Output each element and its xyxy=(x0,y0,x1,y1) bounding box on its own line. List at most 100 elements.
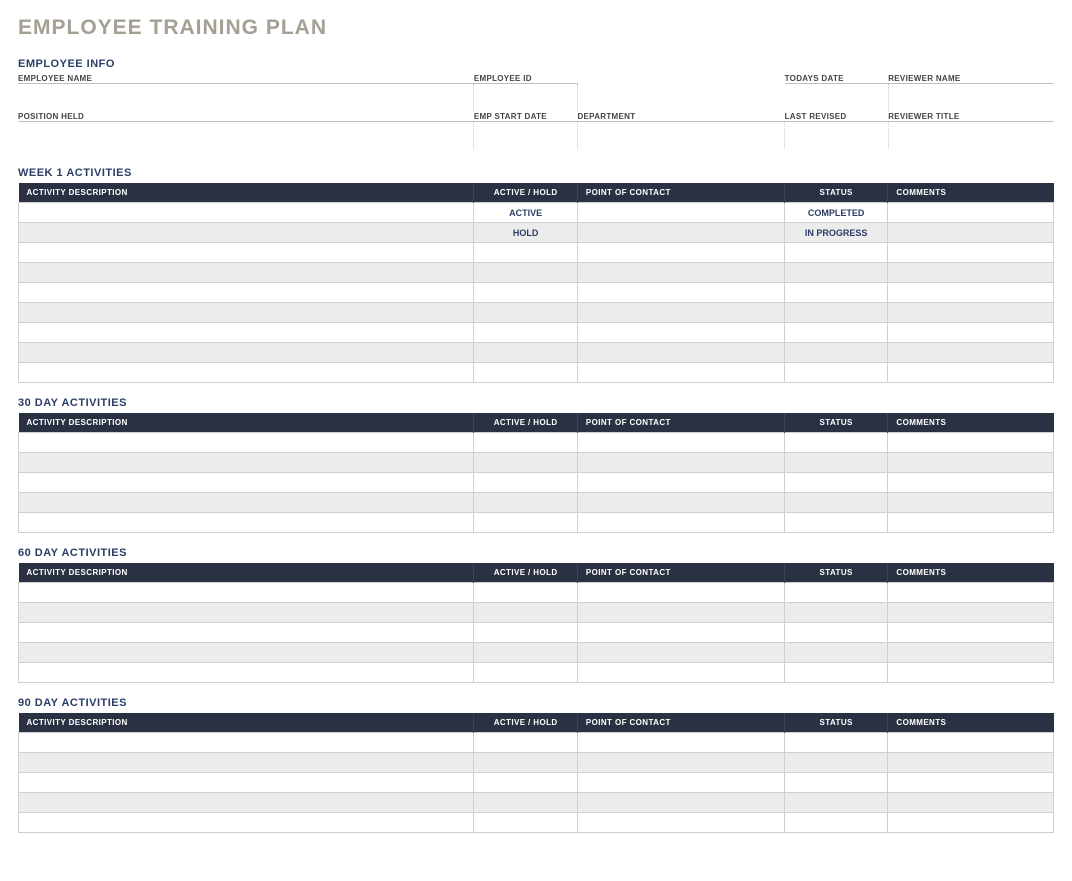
cell-active-hold[interactable]: HOLD xyxy=(474,223,578,243)
cell-comments[interactable] xyxy=(888,343,1054,363)
cell-status[interactable] xyxy=(784,733,888,753)
cell-comments[interactable] xyxy=(888,603,1054,623)
cell-status[interactable] xyxy=(784,663,888,683)
cell-active-hold[interactable] xyxy=(474,583,578,603)
cell-status[interactable] xyxy=(784,793,888,813)
cell-activity-description[interactable] xyxy=(19,793,474,813)
cell-point-of-contact[interactable] xyxy=(577,453,784,473)
cell-point-of-contact[interactable] xyxy=(577,733,784,753)
input-department[interactable] xyxy=(578,122,784,150)
cell-activity-description[interactable] xyxy=(19,643,474,663)
cell-active-hold[interactable]: ACTIVE xyxy=(474,203,578,223)
cell-comments[interactable] xyxy=(888,203,1054,223)
cell-comments[interactable] xyxy=(888,453,1054,473)
cell-active-hold[interactable] xyxy=(474,623,578,643)
cell-comments[interactable] xyxy=(888,623,1054,643)
cell-status[interactable] xyxy=(784,243,888,263)
cell-active-hold[interactable] xyxy=(474,473,578,493)
cell-comments[interactable] xyxy=(888,813,1054,833)
cell-status[interactable] xyxy=(784,363,888,383)
cell-point-of-contact[interactable] xyxy=(577,813,784,833)
cell-point-of-contact[interactable] xyxy=(577,603,784,623)
cell-active-hold[interactable] xyxy=(474,733,578,753)
cell-activity-description[interactable] xyxy=(19,813,474,833)
cell-active-hold[interactable] xyxy=(474,433,578,453)
cell-point-of-contact[interactable] xyxy=(577,433,784,453)
cell-point-of-contact[interactable] xyxy=(577,263,784,283)
cell-point-of-contact[interactable] xyxy=(577,323,784,343)
cell-comments[interactable] xyxy=(888,283,1054,303)
cell-active-hold[interactable] xyxy=(474,773,578,793)
cell-activity-description[interactable] xyxy=(19,513,474,533)
cell-activity-description[interactable] xyxy=(19,363,474,383)
cell-status[interactable] xyxy=(784,603,888,623)
input-reviewer-name[interactable] xyxy=(889,84,1054,112)
cell-status[interactable] xyxy=(784,493,888,513)
cell-active-hold[interactable] xyxy=(474,453,578,473)
cell-comments[interactable] xyxy=(888,513,1054,533)
cell-point-of-contact[interactable] xyxy=(577,223,784,243)
cell-status[interactable] xyxy=(784,283,888,303)
cell-status[interactable] xyxy=(784,643,888,663)
cell-comments[interactable] xyxy=(888,303,1054,323)
input-position-held[interactable] xyxy=(18,122,473,150)
cell-activity-description[interactable] xyxy=(19,323,474,343)
cell-active-hold[interactable] xyxy=(474,243,578,263)
cell-comments[interactable] xyxy=(888,473,1054,493)
cell-activity-description[interactable] xyxy=(19,583,474,603)
cell-status[interactable] xyxy=(784,773,888,793)
cell-point-of-contact[interactable] xyxy=(577,753,784,773)
cell-comments[interactable] xyxy=(888,773,1054,793)
cell-activity-description[interactable] xyxy=(19,623,474,643)
cell-comments[interactable] xyxy=(888,323,1054,343)
cell-activity-description[interactable] xyxy=(19,433,474,453)
cell-status[interactable] xyxy=(784,813,888,833)
cell-comments[interactable] xyxy=(888,733,1054,753)
cell-comments[interactable] xyxy=(888,263,1054,283)
cell-activity-description[interactable] xyxy=(19,283,474,303)
input-reviewer-title[interactable] xyxy=(889,122,1054,150)
cell-active-hold[interactable] xyxy=(474,643,578,663)
cell-status[interactable]: IN PROGRESS xyxy=(784,223,888,243)
cell-activity-description[interactable] xyxy=(19,733,474,753)
cell-comments[interactable] xyxy=(888,223,1054,243)
cell-status[interactable] xyxy=(784,303,888,323)
cell-comments[interactable] xyxy=(888,583,1054,603)
cell-active-hold[interactable] xyxy=(474,343,578,363)
cell-activity-description[interactable] xyxy=(19,663,474,683)
cell-status[interactable] xyxy=(784,343,888,363)
cell-activity-description[interactable] xyxy=(19,243,474,263)
cell-activity-description[interactable] xyxy=(19,303,474,323)
cell-activity-description[interactable] xyxy=(19,203,474,223)
cell-activity-description[interactable] xyxy=(19,473,474,493)
cell-activity-description[interactable] xyxy=(19,753,474,773)
input-employee-name[interactable] xyxy=(18,84,473,112)
cell-active-hold[interactable] xyxy=(474,793,578,813)
cell-point-of-contact[interactable] xyxy=(577,343,784,363)
cell-comments[interactable] xyxy=(888,793,1054,813)
cell-point-of-contact[interactable] xyxy=(577,203,784,223)
cell-point-of-contact[interactable] xyxy=(577,793,784,813)
cell-active-hold[interactable] xyxy=(474,323,578,343)
cell-activity-description[interactable] xyxy=(19,453,474,473)
cell-active-hold[interactable] xyxy=(474,283,578,303)
cell-active-hold[interactable] xyxy=(474,663,578,683)
cell-active-hold[interactable] xyxy=(474,513,578,533)
input-todays-date[interactable] xyxy=(785,84,888,112)
cell-status[interactable] xyxy=(784,753,888,773)
cell-point-of-contact[interactable] xyxy=(577,623,784,643)
cell-point-of-contact[interactable] xyxy=(577,473,784,493)
cell-active-hold[interactable] xyxy=(474,813,578,833)
cell-point-of-contact[interactable] xyxy=(577,663,784,683)
cell-activity-description[interactable] xyxy=(19,223,474,243)
cell-activity-description[interactable] xyxy=(19,343,474,363)
cell-status[interactable] xyxy=(784,473,888,493)
cell-comments[interactable] xyxy=(888,243,1054,263)
cell-point-of-contact[interactable] xyxy=(577,583,784,603)
cell-point-of-contact[interactable] xyxy=(577,513,784,533)
cell-point-of-contact[interactable] xyxy=(577,773,784,793)
cell-active-hold[interactable] xyxy=(474,263,578,283)
cell-point-of-contact[interactable] xyxy=(577,303,784,323)
cell-status[interactable] xyxy=(784,433,888,453)
cell-active-hold[interactable] xyxy=(474,753,578,773)
